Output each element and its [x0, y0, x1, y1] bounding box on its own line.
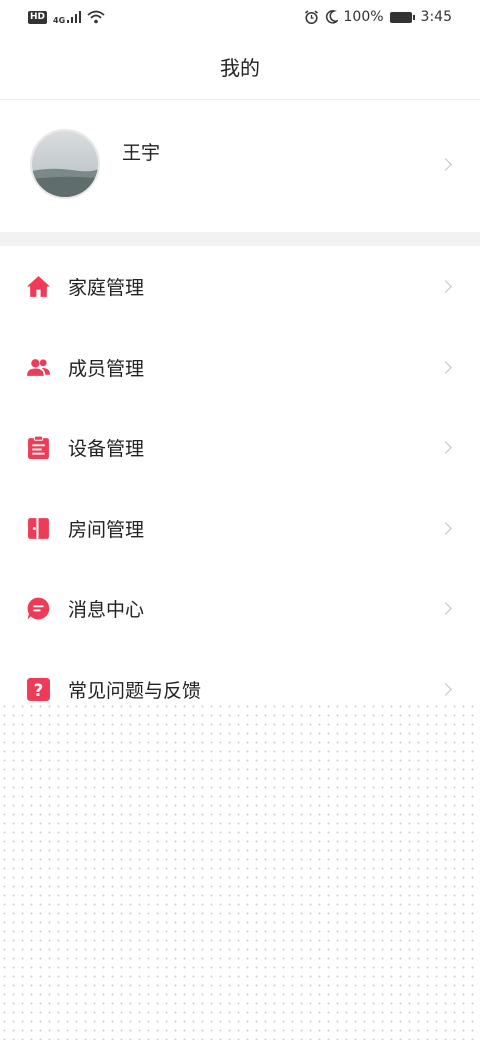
chevron-right-icon: [439, 682, 452, 696]
status-bar: HD 4G 100% 3:45: [0, 0, 480, 34]
moon-icon: [325, 10, 338, 24]
profile-row[interactable]: 王宇: [0, 100, 480, 232]
chevron-right-icon: [439, 280, 452, 293]
alarm-icon: [304, 9, 318, 24]
menu-item-label: 设备管理: [68, 438, 145, 460]
battery-icon: [389, 11, 415, 23]
battery-percent: 100%: [343, 9, 384, 25]
menu-item-members[interactable]: 成员管理: [0, 327, 480, 408]
user-name: 王宇: [122, 142, 161, 164]
chevron-right-icon: [439, 158, 452, 171]
svg-text:?: ?: [34, 680, 44, 699]
menu-item-label: 成员管理: [68, 357, 145, 380]
chevron-right-icon: [439, 441, 452, 454]
members-icon: [27, 358, 50, 376]
menu-item-devices[interactable]: 设备管理: [0, 407, 480, 488]
avatar[interactable]: [30, 129, 100, 199]
signal-icon: [67, 11, 82, 23]
menu-item-label: 房间管理: [68, 518, 145, 541]
menu-item-label: 消息中心: [68, 599, 145, 621]
chevron-right-icon: [439, 521, 452, 535]
avatar-image: [32, 131, 98, 197]
menu-item-family[interactable]: 家庭管理: [0, 246, 480, 327]
wifi-icon: [87, 10, 105, 24]
chevron-right-icon: [439, 602, 452, 615]
menu-item-label: 常见问题与反馈: [68, 679, 202, 702]
title-bar: 我的: [0, 34, 480, 100]
question-icon: ?: [27, 677, 50, 701]
message-icon: [27, 597, 50, 620]
menu-item-rooms[interactable]: 房间管理: [0, 488, 480, 569]
menu-item-label: 家庭管理: [68, 277, 145, 299]
status-left: HD 4G: [28, 10, 105, 25]
menu-item-messages[interactable]: 消息中心: [0, 568, 480, 649]
hd-badge: HD: [28, 10, 48, 24]
page-title: 我的: [220, 56, 260, 80]
clipboard-icon: [28, 435, 49, 459]
section-divider: [0, 232, 480, 246]
dotted-overlay: [0, 702, 480, 1040]
clock: 3:45: [420, 9, 452, 25]
chevron-right-icon: [439, 360, 452, 374]
menu-list: 家庭管理 成员管理 设备管理 房间管理 消息中心 ? 常见问题与反馈: [0, 246, 480, 729]
status-right: 100% 3:45: [304, 9, 452, 25]
door-icon: [28, 517, 49, 539]
home-icon: [27, 276, 50, 297]
network-type: 4G: [53, 15, 66, 25]
